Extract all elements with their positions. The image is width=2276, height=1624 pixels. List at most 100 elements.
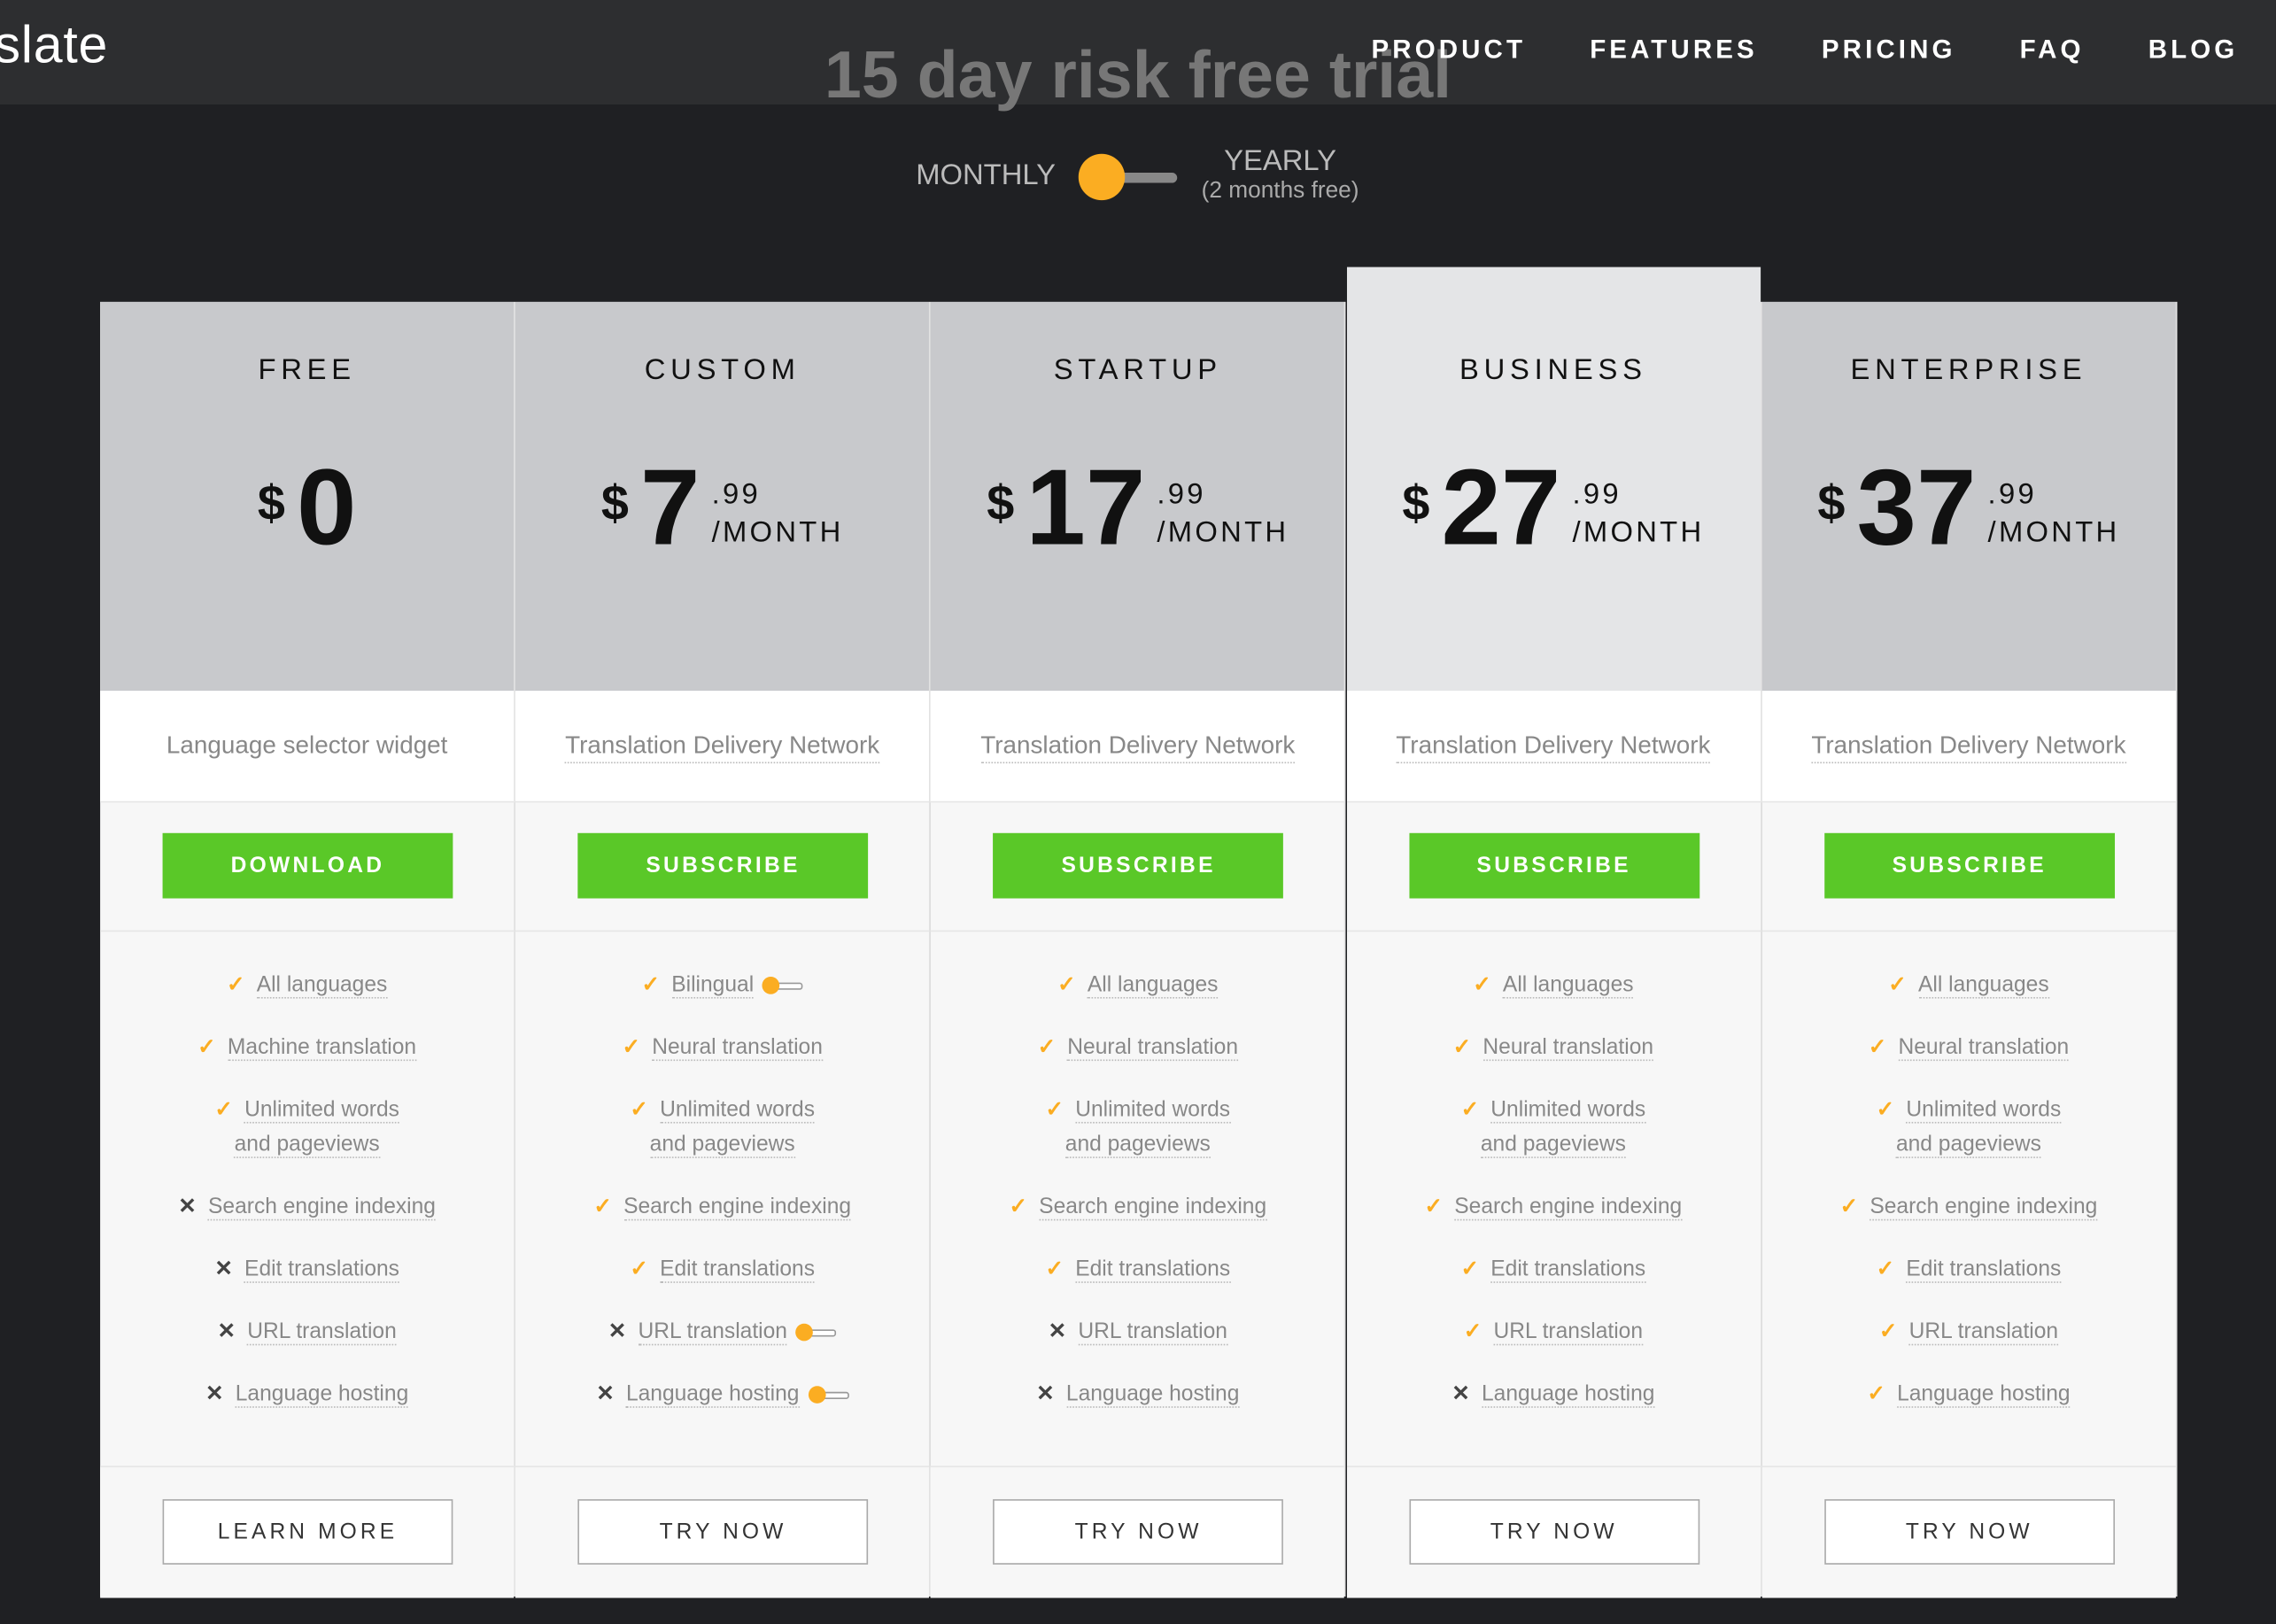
feature-toggle[interactable] (808, 1386, 849, 1404)
feature-label[interactable]: Edit translations (1906, 1257, 2062, 1283)
feature-label[interactable]: Neural translation (652, 1034, 823, 1062)
logo[interactable]: slate (0, 14, 108, 75)
feature-label[interactable]: Edit translations (244, 1257, 399, 1283)
feature-label[interactable]: Bilingual (671, 972, 755, 999)
feature-label[interactable]: Unlimited words and pageviews (234, 1097, 399, 1158)
feature-item: ✕ Language hosting (100, 1377, 514, 1411)
plan-price: $ 7 .99/MONTH (515, 449, 929, 566)
subscribe-button[interactable]: SUBSCRIBE (1408, 832, 1699, 899)
feature-item: ✓ Unlimited words and pageviews (1761, 1093, 2175, 1163)
plan-name: CUSTOM (644, 353, 801, 386)
try-now-button[interactable]: TRY NOW (1823, 1499, 2115, 1565)
plan-header: STARTUP $ 17 .99/MONTH (931, 301, 1345, 692)
try-now-button[interactable]: TRY NOW (1408, 1499, 1699, 1565)
feature-label[interactable]: Edit translations (1490, 1257, 1646, 1283)
plan-column-business: BUSINESS $ 27 .99/MONTH Translation Deli… (1346, 267, 1762, 1598)
feature-label[interactable]: Search engine indexing (623, 1194, 852, 1221)
toggle-knob (795, 1323, 814, 1342)
plan-description: Language selector widget (100, 691, 515, 803)
divider (1761, 930, 2176, 932)
feature-label[interactable]: Neural translation (1067, 1034, 1238, 1062)
plan-price: $ 27 .99/MONTH (1346, 446, 1760, 568)
feature-label[interactable]: Edit translations (660, 1257, 816, 1283)
download-button[interactable]: DOWNLOAD (162, 832, 453, 899)
price-amount: 27 (1441, 446, 1561, 568)
check-icon: ✓ (630, 1097, 649, 1122)
nav-faq[interactable]: FAQ (2020, 35, 2085, 65)
feature-item: ✕ URL translation (100, 1315, 514, 1349)
feature-label[interactable]: Neural translation (1898, 1034, 2070, 1062)
currency: $ (1817, 476, 1846, 531)
learn-more-button[interactable]: LEARN MORE (162, 1499, 453, 1565)
try-now-button[interactable]: TRY NOW (993, 1499, 1284, 1565)
feature-label[interactable]: Language hosting (235, 1381, 409, 1408)
feature-item: ✓ URL translation (1761, 1315, 2175, 1349)
nav-product[interactable]: PRODUCT (1372, 35, 1527, 65)
feature-label[interactable]: All languages (1502, 972, 1634, 999)
feature-item: ✕ Search engine indexing (100, 1190, 514, 1225)
currency: $ (257, 476, 285, 531)
feature-label[interactable]: Search engine indexing (1039, 1194, 1266, 1221)
check-icon: ✓ (1045, 1257, 1064, 1282)
check-icon: ✓ (214, 1097, 233, 1122)
plan-column-free: FREE $ 0 Language selector widget DOWNLO… (100, 301, 515, 1598)
feature-toggle[interactable] (763, 977, 803, 994)
check-icon: ✓ (593, 1194, 612, 1219)
feature-label[interactable]: Search engine indexing (1870, 1194, 2098, 1221)
feature-label[interactable]: Unlimited words and pageviews (1064, 1097, 1231, 1158)
subscribe-button[interactable]: SUBSCRIBE (993, 832, 1284, 899)
check-icon: ✓ (1057, 972, 1076, 997)
cross-icon: ✕ (217, 1319, 236, 1344)
plan-description: Translation Delivery Network (1761, 691, 2176, 803)
feature-item: ✕ Edit translations (100, 1252, 514, 1287)
feature-label[interactable]: Unlimited words and pageviews (1480, 1097, 1646, 1158)
feature-label[interactable]: All languages (256, 972, 388, 999)
nav-blog[interactable]: BLOG (2148, 35, 2239, 65)
nav-features[interactable]: FEATURES (1590, 35, 1758, 65)
feature-label[interactable]: All languages (1918, 972, 2049, 999)
feature-label[interactable]: Language hosting (1897, 1381, 2071, 1408)
plan-description: Translation Delivery Network (515, 691, 930, 803)
check-icon: ✓ (1473, 972, 1491, 997)
plan-footer: LEARN MORE (100, 1465, 515, 1598)
check-icon: ✓ (622, 1034, 641, 1060)
feature-toggle[interactable] (795, 1323, 837, 1342)
feature-item: ✓ Machine translation (100, 1031, 514, 1065)
feature-item: ✕ URL translation (515, 1315, 929, 1349)
billing-switch[interactable] (1078, 153, 1178, 201)
yearly-label[interactable]: YEARLY (2 months free) (1197, 145, 1363, 205)
feature-label[interactable]: Language hosting (1065, 1381, 1240, 1408)
feature-label[interactable]: Machine translation (227, 1034, 417, 1062)
feature-label[interactable]: Unlimited words and pageviews (649, 1097, 816, 1158)
nav-pricing[interactable]: PRICING (1822, 35, 1956, 65)
subscribe-button[interactable]: SUBSCRIBE (1823, 832, 2115, 899)
feature-item: ✓ Search engine indexing (1761, 1190, 2175, 1225)
switch-knob[interactable] (1078, 153, 1126, 201)
feature-item: ✓ Edit translations (1346, 1252, 1760, 1287)
price-fraction: .99/MONTH (1987, 478, 2120, 549)
price-fraction: .99/MONTH (1157, 478, 1289, 549)
plan-footer: TRY NOW (515, 1465, 930, 1598)
feature-label[interactable]: URL translation (1493, 1319, 1644, 1346)
feature-label[interactable]: URL translation (247, 1319, 397, 1346)
feature-label[interactable]: Unlimited words and pageviews (1895, 1097, 2062, 1158)
feature-label[interactable]: Neural translation (1482, 1034, 1654, 1062)
divider (515, 930, 930, 932)
feature-label[interactable]: URL translation (638, 1319, 787, 1346)
subscribe-button[interactable]: SUBSCRIBE (577, 832, 869, 899)
plan-footer: TRY NOW (1346, 1465, 1761, 1598)
plan-name: BUSINESS (1459, 353, 1647, 386)
cross-icon: ✕ (178, 1194, 197, 1219)
feature-label[interactable]: Language hosting (625, 1381, 800, 1408)
feature-label[interactable]: Search engine indexing (1454, 1194, 1682, 1221)
feature-label[interactable]: URL translation (1078, 1319, 1227, 1346)
monthly-label[interactable]: MONTHLY (916, 159, 1056, 193)
feature-label[interactable]: Search engine indexing (208, 1194, 437, 1221)
currency: $ (1402, 476, 1430, 531)
try-now-button[interactable]: TRY NOW (577, 1499, 869, 1565)
feature-label[interactable]: Edit translations (1075, 1257, 1231, 1283)
feature-label[interactable]: URL translation (1908, 1319, 2059, 1346)
cross-icon: ✕ (1452, 1381, 1470, 1407)
feature-label[interactable]: Language hosting (1481, 1381, 1654, 1408)
feature-label[interactable]: All languages (1087, 972, 1218, 999)
